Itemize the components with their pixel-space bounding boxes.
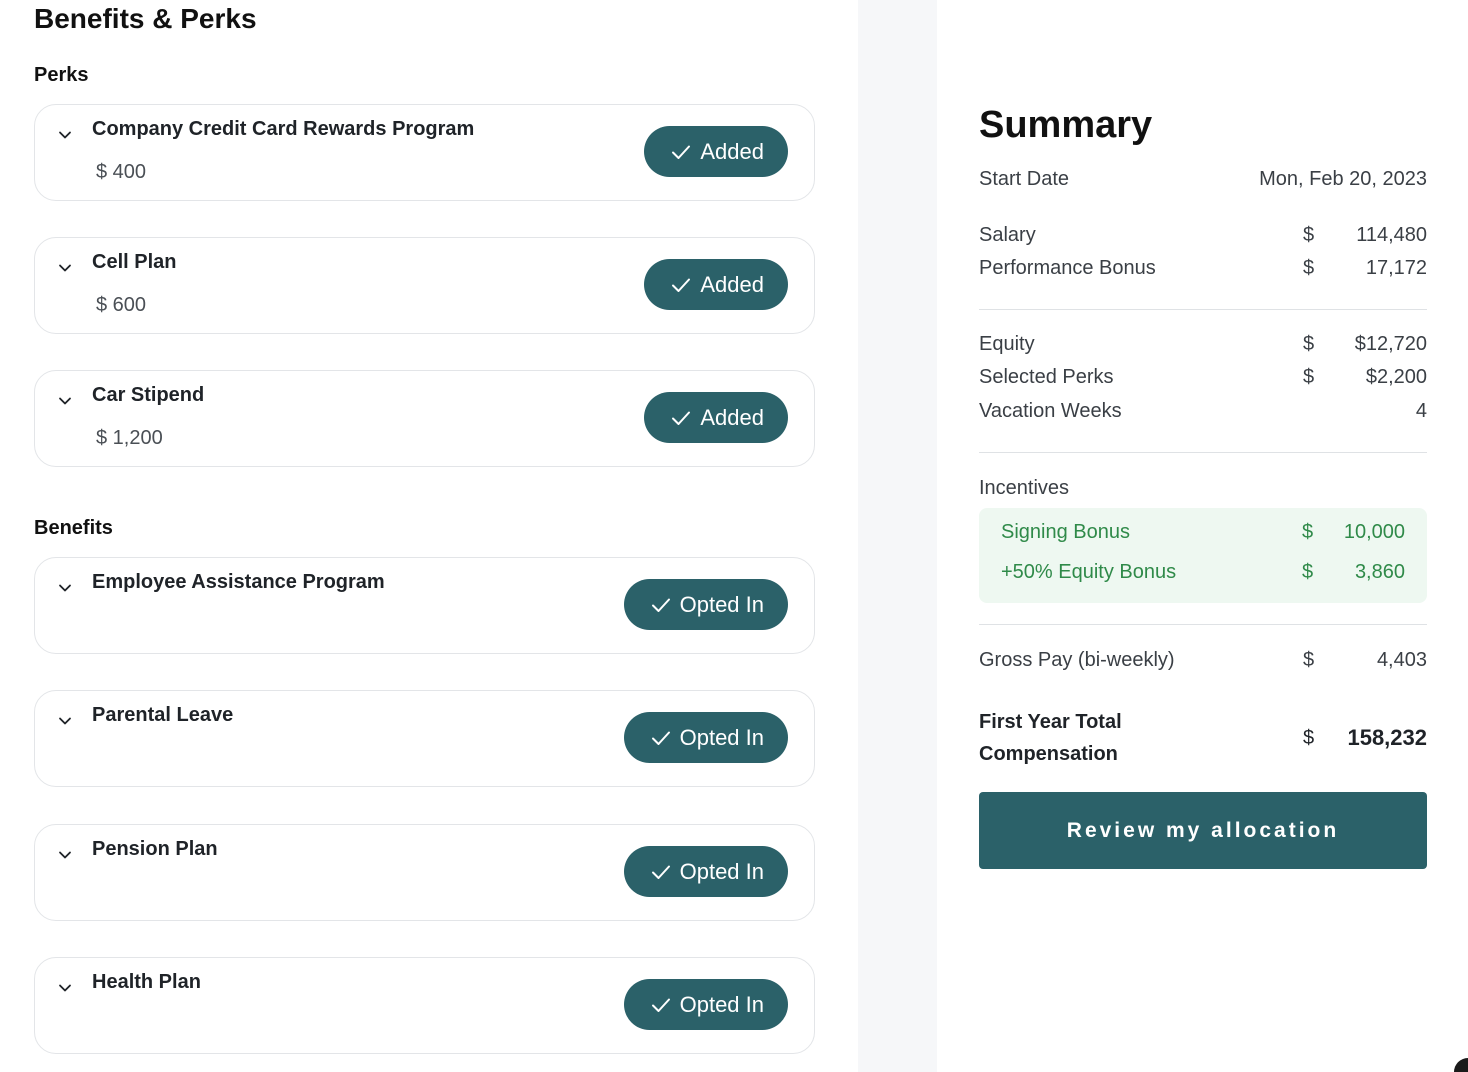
check-icon (651, 731, 670, 745)
check-icon (651, 998, 670, 1012)
start-date-row: Start Date Mon, Feb 20, 2023 (979, 168, 1427, 196)
chevron-down-icon[interactable] (57, 393, 73, 409)
equity-value: $12,720 (1354, 333, 1427, 355)
signing-bonus-value: 10,000 (1343, 521, 1405, 543)
first-year-total-label-line1: First Year Total (979, 711, 1122, 733)
incentives-box: Signing Bonus $ 10,000 +50% Equity Bonus… (979, 508, 1427, 603)
summary-title: Summary (979, 104, 1153, 146)
perk-amount: $ 1,200 (96, 427, 163, 449)
opted-in-button[interactable]: Opted In (623, 712, 788, 763)
check-icon (651, 865, 670, 879)
perk-name: Company Credit Card Rewards Program (92, 118, 475, 140)
currency-symbol: $ (1303, 224, 1315, 246)
check-icon (672, 145, 691, 159)
benefit-card-employee-assistance[interactable]: Employee Assistance Program Opted In (34, 557, 815, 654)
start-date-label: Start Date (979, 168, 1070, 190)
salary-value: 114,480 (1356, 224, 1427, 246)
panel-gutter (858, 0, 937, 1072)
page-title: Benefits & Perks (34, 3, 257, 34)
equity-row: Equity $ $12,720 (979, 333, 1427, 361)
divider (979, 452, 1427, 453)
currency-symbol: $ (1303, 649, 1315, 671)
chevron-down-icon[interactable] (57, 127, 73, 143)
benefit-name: Pension Plan (92, 838, 218, 860)
opted-in-button-label: Opted In (679, 724, 764, 750)
benefit-card-health-plan[interactable]: Health Plan Opted In (34, 957, 815, 1054)
perk-amount: $ 400 (96, 161, 147, 183)
perks-section-title: Perks (34, 64, 89, 86)
selected-perks-value: $2,200 (1365, 366, 1427, 388)
equity-label: Equity (979, 333, 1035, 355)
first-year-total-label: First Year Total Compensation (979, 706, 1122, 770)
incentives-label: Incentives (979, 477, 1070, 499)
divider (979, 624, 1427, 625)
performance-bonus-value: 17,172 (1365, 257, 1427, 279)
gross-pay-value: 4,403 (1376, 649, 1427, 671)
opted-in-button-label: Opted In (679, 991, 764, 1017)
currency-symbol: $ (1303, 727, 1315, 749)
equity-bonus-row: +50% Equity Bonus $ 3,860 (1001, 561, 1405, 589)
chevron-down-icon[interactable] (57, 847, 73, 863)
benefit-name: Employee Assistance Program (92, 571, 385, 593)
benefit-name: Health Plan (92, 971, 201, 993)
opted-in-button-label: Opted In (679, 858, 764, 884)
opted-in-button-label: Opted In (679, 591, 764, 617)
check-icon (672, 411, 691, 425)
added-button-label: Added (700, 271, 764, 297)
perk-card-credit-card[interactable]: Company Credit Card Rewards Program $ 40… (34, 104, 815, 201)
chevron-down-icon[interactable] (57, 260, 73, 276)
vacation-weeks-value: 4 (1415, 400, 1427, 422)
performance-bonus-row: Performance Bonus $ 17,172 (979, 257, 1427, 285)
vacation-weeks-row: Vacation Weeks 4 (979, 400, 1427, 428)
benefit-card-pension-plan[interactable]: Pension Plan Opted In (34, 824, 815, 921)
perk-card-cell-plan[interactable]: Cell Plan $ 600 Added (34, 237, 815, 334)
selected-perks-label: Selected Perks (979, 366, 1114, 388)
added-button[interactable]: Added (644, 126, 788, 177)
perk-amount: $ 600 (96, 294, 147, 316)
perk-name: Car Stipend (92, 384, 205, 406)
added-button-label: Added (700, 404, 764, 430)
check-icon (672, 278, 691, 292)
opted-in-button[interactable]: Opted In (623, 579, 788, 630)
gross-pay-label: Gross Pay (bi-weekly) (979, 649, 1175, 671)
review-allocation-button[interactable]: Review my allocation (979, 792, 1427, 869)
perk-name: Cell Plan (92, 251, 177, 273)
opted-in-button[interactable]: Opted In (623, 846, 788, 897)
benefit-name: Parental Leave (92, 704, 234, 726)
start-date-value: Mon, Feb 20, 2023 (1259, 168, 1427, 190)
opted-in-button[interactable]: Opted In (623, 979, 788, 1030)
equity-bonus-label: +50% Equity Bonus (1001, 561, 1177, 583)
divider (979, 309, 1427, 310)
selected-perks-row: Selected Perks $ $2,200 (979, 366, 1427, 394)
chevron-down-icon[interactable] (57, 713, 73, 729)
currency-symbol: $ (1303, 257, 1315, 279)
currency-symbol: $ (1303, 366, 1315, 388)
chevron-down-icon[interactable] (57, 980, 73, 996)
signing-bonus-row: Signing Bonus $ 10,000 (1001, 521, 1405, 549)
gross-pay-row: Gross Pay (bi-weekly) $ 4,403 (979, 649, 1427, 677)
incentives-heading-row: Incentives (979, 477, 1427, 505)
performance-bonus-label: Performance Bonus (979, 257, 1156, 279)
currency-symbol: $ (1303, 333, 1315, 355)
salary-row: Salary $ 114,480 (979, 224, 1427, 252)
vacation-weeks-label: Vacation Weeks (979, 400, 1122, 422)
benefits-section-title: Benefits (34, 517, 113, 539)
added-button[interactable]: Added (644, 259, 788, 310)
signing-bonus-label: Signing Bonus (1001, 521, 1130, 543)
chevron-down-icon[interactable] (57, 580, 73, 596)
first-year-total-value: 158,232 (1347, 725, 1427, 750)
summary-panel: Summary Start Date Mon, Feb 20, 2023 Sal… (937, 0, 1468, 1072)
benefits-panel: Benefits & Perks Perks Company Credit Ca… (0, 0, 858, 1072)
first-year-total-label-line2: Compensation (979, 743, 1118, 765)
currency-symbol: $ (1302, 561, 1314, 583)
perk-card-car-stipend[interactable]: Car Stipend $ 1,200 Added (34, 370, 815, 467)
check-icon (651, 598, 670, 612)
benefit-card-parental-leave[interactable]: Parental Leave Opted In (34, 690, 815, 787)
equity-bonus-value: 3,860 (1354, 561, 1405, 583)
added-button-label: Added (700, 138, 764, 164)
currency-symbol: $ (1302, 521, 1314, 543)
added-button[interactable]: Added (644, 392, 788, 443)
salary-label: Salary (979, 224, 1036, 246)
